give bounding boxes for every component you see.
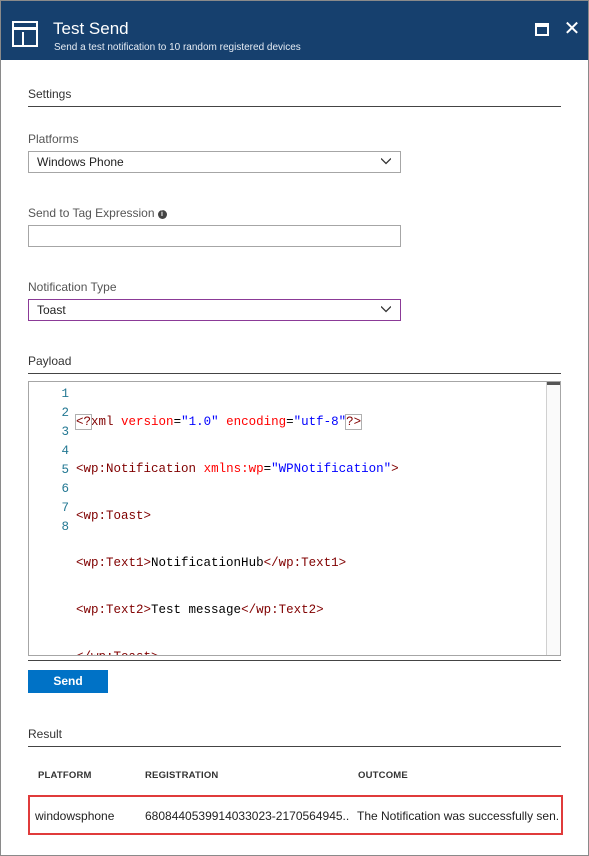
line-number-gutter: 1 2 3 4 5 6 7 8 [29, 385, 69, 537]
blade-icon [12, 21, 38, 47]
settings-heading: Settings [28, 87, 72, 101]
payload-code[interactable]: <?xml version="1.0" encoding="utf-8"?> <… [74, 385, 399, 655]
column-header-platform: PLATFORM [38, 770, 92, 781]
table-row[interactable]: windowsphone 6808440539914033023-2170564… [28, 795, 563, 835]
column-header-registration: REGISTRATION [145, 770, 219, 781]
tag-expression-input[interactable] [28, 225, 401, 247]
maximize-icon[interactable] [535, 23, 549, 36]
info-icon[interactable]: i [157, 210, 167, 219]
line-number: 5 [61, 463, 69, 477]
registration-cell: 6808440539914033023-2170564945... [145, 809, 350, 823]
editor-scrollbar[interactable] [546, 382, 560, 655]
line-number: 4 [61, 444, 69, 458]
notification-type-dropdown[interactable]: Toast [28, 299, 401, 321]
line-number: 3 [61, 425, 69, 439]
tag-expression-label: Send to Tag Expression i [28, 206, 167, 220]
payload-editor[interactable]: 1 2 3 4 5 6 7 8 <?xml version="1.0" enco… [28, 381, 561, 656]
blade-title: Test Send [53, 19, 129, 38]
blade-header: Test Send Send a test notification to 10… [1, 1, 588, 60]
chevron-down-icon [381, 158, 391, 165]
outcome-cell: The Notification was successfully sen... [357, 809, 560, 823]
settings-divider [28, 106, 561, 107]
platforms-value: Windows Phone [37, 155, 124, 169]
code-line: <wp:Toast> [76, 509, 152, 523]
scrollbar-thumb[interactable] [547, 382, 560, 385]
blade-subtitle: Send a test notification to 10 random re… [54, 42, 301, 53]
line-number: 1 [61, 387, 69, 401]
line-number: 2 [61, 406, 69, 420]
line-number: 6 [61, 482, 69, 496]
platforms-label: Platforms [28, 132, 79, 146]
code-line: <wp:Text2>Test message</wp:Text2> [76, 603, 324, 617]
notification-type-value: Toast [37, 303, 66, 317]
close-icon[interactable]: ✕ [563, 19, 581, 39]
payload-label: Payload [28, 354, 72, 368]
platform-cell: windowsphone [35, 809, 115, 823]
chevron-down-icon [381, 306, 391, 313]
line-number: 8 [61, 520, 69, 534]
code-line: <?xml version="1.0" encoding="utf-8"?> [74, 414, 363, 430]
code-line: <wp:Text1>NotificationHub</wp:Text1> [76, 556, 347, 570]
payload-bottom-divider [28, 660, 561, 661]
result-divider [28, 746, 561, 747]
send-button[interactable]: Send [28, 670, 108, 693]
code-line: </wp:Toast> [76, 648, 399, 655]
platforms-dropdown[interactable]: Windows Phone [28, 151, 401, 173]
line-number: 7 [61, 501, 69, 515]
notification-type-label: Notification Type [28, 280, 117, 294]
payload-divider [28, 373, 561, 374]
result-label: Result [28, 727, 63, 741]
column-header-outcome: OUTCOME [358, 770, 408, 781]
code-line: <wp:Notification xmlns:wp="WPNotificatio… [76, 462, 399, 476]
